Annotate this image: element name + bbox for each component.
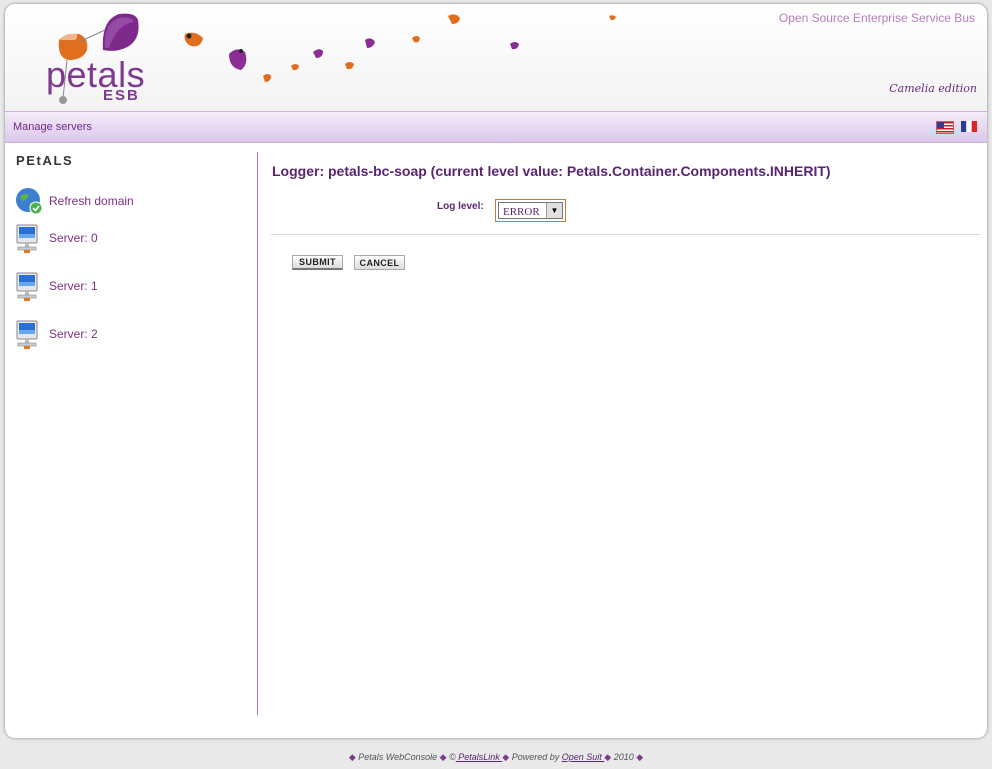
diamond-icon: ◆ — [348, 752, 356, 762]
footer-copyright: © — [449, 752, 456, 762]
sidebar-item-server-0[interactable]: Server: 0 — [15, 224, 245, 253]
log-level-value: ERROR — [503, 206, 540, 218]
sidebar: PEtALS Refresh domain Server: 0 Server: … — [5, 142, 257, 732]
tagline: Open Source Enterprise Service Bus — [778, 11, 975, 25]
main-content: Logger: petals-bc-soap (current level va… — [258, 142, 987, 732]
chevron-down-icon[interactable]: ▼ — [546, 203, 562, 218]
edition-label: Camelia edition — [889, 82, 977, 95]
footer-app-name: Petals WebConsole — [358, 752, 438, 762]
diamond-icon: ◆ — [502, 752, 510, 762]
navigation-bar: Manage servers — [5, 111, 987, 143]
diamond-icon: ◆ — [636, 752, 644, 762]
footer: ◆ Petals WebConsole ◆ © PetalsLink ◆ Pow… — [0, 752, 992, 763]
fr-flag-icon[interactable] — [961, 121, 977, 132]
sidebar-item-label: Server: 1 — [49, 279, 98, 293]
sidebar-item-server-2[interactable]: Server: 2 — [15, 320, 245, 349]
sidebar-item-label: Refresh domain — [49, 194, 134, 208]
log-level-select[interactable]: ERROR ▼ — [495, 199, 566, 222]
server-icon — [16, 272, 38, 301]
sidebar-item-server-1[interactable]: Server: 1 — [15, 272, 245, 301]
header: petals ESB Open Source Enterprise Servic… — [5, 4, 987, 111]
petalslink-link[interactable]: PetalsLink — [456, 752, 503, 762]
log-level-label: Log level: — [437, 201, 484, 212]
footer-year: 2010 — [613, 752, 634, 762]
sidebar-item-refresh-domain[interactable]: Refresh domain — [15, 187, 245, 215]
server-icon — [16, 320, 38, 349]
diamond-icon: ◆ — [439, 752, 447, 762]
form-divider — [271, 234, 980, 235]
submit-button[interactable]: SUBMIT — [292, 255, 343, 270]
us-flag-icon[interactable] — [936, 121, 954, 134]
sidebar-item-label: Server: 0 — [49, 231, 98, 245]
app-window: petals ESB Open Source Enterprise Servic… — [5, 4, 987, 738]
sidebar-item-label: Server: 2 — [49, 327, 98, 341]
page-title: Logger: petals-bc-soap (current level va… — [272, 163, 831, 179]
diamond-icon: ◆ — [604, 752, 612, 762]
opensuit-link[interactable]: Open Suit — [562, 752, 605, 762]
sidebar-title: PEtALS — [16, 153, 74, 168]
globe-refresh-icon — [16, 188, 43, 215]
server-icon — [16, 224, 38, 253]
manage-servers-link[interactable]: Manage servers — [13, 121, 92, 133]
select-box: ERROR ▼ — [498, 202, 563, 219]
footer-powered-by: Powered by — [511, 752, 560, 762]
cancel-button[interactable]: CANCEL — [354, 255, 405, 270]
